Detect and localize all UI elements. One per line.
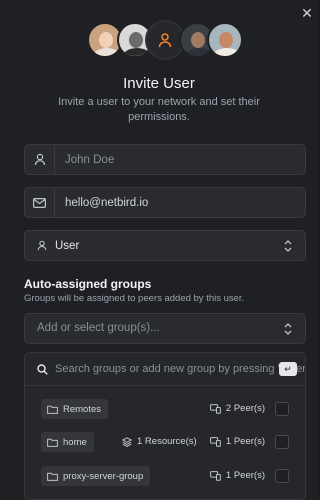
email-input[interactable]: hello@netbird.io [55,197,148,209]
avatar-group [87,20,243,60]
chevron-up-down-icon [284,323,292,335]
email-field[interactable]: hello@netbird.io [24,187,306,218]
folder-icon [47,438,58,447]
groups-subtitle: Groups will be assigned to peers added b… [24,293,245,304]
group-dropdown: Search groups or add new group by pressi… [24,352,306,500]
group-row-proxy-server-group[interactable]: proxy-server-group 1 Peer(s) [25,462,305,490]
groups-title: Auto-assigned groups [24,277,152,291]
group-name: proxy-server-group [63,470,144,482]
modal-subtitle: Invite a user to your network and set th… [58,96,260,123]
group-row-remotes[interactable]: Remotes 2 Peer(s) [25,395,305,423]
search-icon [37,364,48,375]
resource-count: 1 Resource(s) [122,436,197,447]
devices-icon [210,470,221,481]
group-search[interactable]: Search groups or add new group by pressi… [25,353,305,386]
group-name: home [63,436,87,448]
group-search-input[interactable]: Search groups or add new group by pressi… [55,363,305,375]
avatar [207,22,243,58]
devices-icon [210,403,221,414]
group-checkbox[interactable] [275,402,289,416]
group-checkbox[interactable] [275,435,289,449]
chevron-up-down-icon [284,240,292,252]
user-icon [25,145,55,174]
close-icon[interactable]: ✕ [300,6,314,20]
name-field[interactable]: John Doe [24,144,306,175]
mail-icon [25,188,55,217]
name-input[interactable]: John Doe [55,154,114,166]
group-chip: home [41,432,94,452]
group-chip: Remotes [41,399,109,419]
group-select-placeholder: Add or select group(s)... [37,322,160,334]
role-select[interactable]: User [24,230,306,261]
group-row-home[interactable]: home 1 Resource(s) 1 Peer(s) [25,428,305,456]
enter-key-icon: ↵ [279,362,297,376]
devices-icon [210,436,221,447]
role-value: User [55,239,80,252]
peer-count: 1 Peer(s) [210,436,265,447]
group-select[interactable]: Add or select group(s)... [24,313,306,344]
group-checkbox[interactable] [275,469,289,483]
invite-user-modal: ✕ Invite User Invite a user to your netw… [0,0,318,500]
layers-icon [122,436,132,447]
modal-title: Invite User [123,75,195,92]
group-name: Remotes [63,403,102,415]
user-icon [37,240,47,251]
peer-count: 1 Peer(s) [210,470,265,481]
folder-icon [47,472,58,481]
peer-count: 2 Peer(s) [210,403,265,414]
folder-icon [47,405,58,414]
group-chip: proxy-server-group [41,466,151,486]
